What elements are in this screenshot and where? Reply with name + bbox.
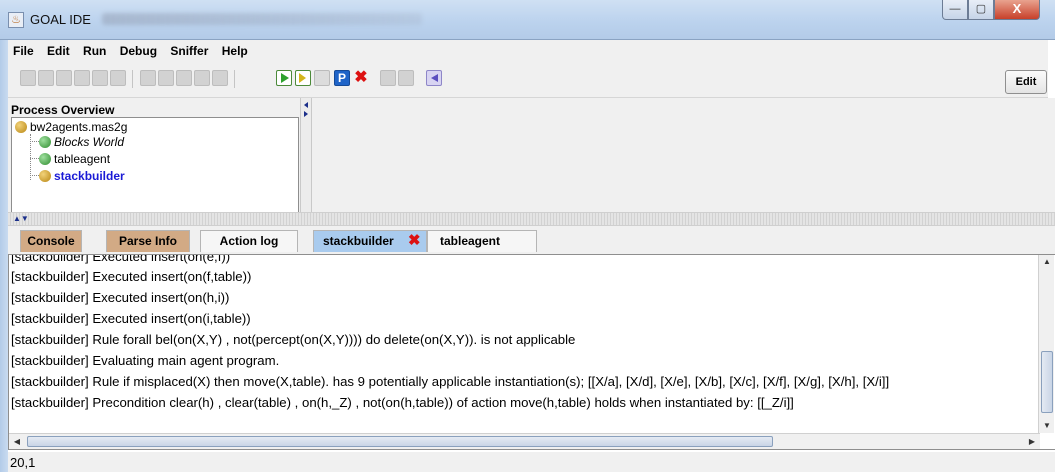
- open-file-icon[interactable]: [38, 70, 54, 86]
- redo-icon[interactable]: [158, 70, 174, 86]
- environment-icon: [39, 136, 51, 148]
- scroll-left-icon[interactable]: ◀: [10, 435, 24, 449]
- cut-icon[interactable]: [176, 70, 192, 86]
- step-icon[interactable]: [295, 70, 311, 86]
- window-title: GOAL IDE: [30, 12, 91, 27]
- minimize-button[interactable]: —: [942, 0, 968, 20]
- toolbar-separator: [234, 70, 235, 88]
- close-button[interactable]: X: [994, 0, 1040, 20]
- splitter-arrows-icon[interactable]: ▲▼: [13, 215, 29, 223]
- undo-icon[interactable]: [140, 70, 156, 86]
- new-file-icon[interactable]: [20, 70, 36, 86]
- process-tree: bw2agents.mas2g Blocks World tableagent …: [11, 117, 299, 213]
- properties-icon[interactable]: [110, 70, 126, 86]
- tab-console[interactable]: Console: [20, 230, 82, 252]
- tab-parse-info[interactable]: Parse Info: [106, 230, 190, 252]
- tree-item-tableagent[interactable]: tableagent: [54, 152, 110, 166]
- menu-edit[interactable]: Edit: [42, 40, 75, 58]
- log-line: [stackbuilder] Rule if misplaced(X) then…: [11, 374, 890, 389]
- introspector-icon[interactable]: [398, 70, 414, 86]
- mas-icon: [15, 121, 27, 133]
- save-all-icon[interactable]: [74, 70, 90, 86]
- save-icon[interactable]: [56, 70, 72, 86]
- menu-sniffer[interactable]: Sniffer: [165, 40, 213, 58]
- pause-icon[interactable]: P: [334, 70, 350, 86]
- close-file-icon[interactable]: [92, 70, 108, 86]
- copy-icon[interactable]: [194, 70, 210, 86]
- collapse-left-icon[interactable]: [304, 102, 308, 108]
- log-line: [stackbuilder] Precondition clear(h) , c…: [11, 395, 794, 410]
- java-app-icon: ♨: [8, 12, 24, 28]
- sniffer-icon[interactable]: [380, 70, 396, 86]
- horizontal-scroll-thumb[interactable]: [27, 436, 773, 447]
- title-bar: ♨ GOAL IDE — ▢ X: [0, 0, 1055, 40]
- scroll-down-icon[interactable]: ▼: [1041, 419, 1053, 433]
- tree-item-blocks-world[interactable]: Blocks World: [54, 135, 124, 149]
- log-line: [stackbuilder] Executed insert(on(i,tabl…: [11, 311, 251, 326]
- window-border: [0, 40, 8, 472]
- log-line: [stackbuilder] Executed insert(on(h,i)): [11, 290, 230, 305]
- expand-right-icon[interactable]: [304, 111, 308, 117]
- tab-action-log[interactable]: Action log: [200, 230, 298, 252]
- agent-icon: [39, 153, 51, 165]
- kill-icon[interactable]: ✖: [353, 70, 369, 86]
- tree-root[interactable]: bw2agents.mas2g: [30, 120, 127, 134]
- paste-icon[interactable]: [212, 70, 228, 86]
- menu-bar: File Edit Run Debug Sniffer Help: [8, 40, 1048, 62]
- toolbar: P ✖ Edit: [8, 62, 1048, 98]
- step-back-icon[interactable]: [314, 70, 330, 86]
- cursor-position: 20,1: [10, 455, 36, 470]
- maximize-button[interactable]: ▢: [968, 0, 994, 20]
- menu-run[interactable]: Run: [78, 40, 111, 58]
- run-icon[interactable]: [276, 70, 292, 86]
- horizontal-splitter[interactable]: ▲▼: [8, 212, 1055, 226]
- tab-stackbuilder[interactable]: stackbuilder ✖: [313, 230, 427, 252]
- log-line: [stackbuilder] Rule forall bel(on(X,Y) ,…: [11, 332, 576, 347]
- menu-file[interactable]: File: [8, 40, 39, 58]
- vertical-scroll-thumb[interactable]: [1041, 351, 1053, 413]
- log-line: [stackbuilder] Executed insert(on(e,f)): [11, 254, 231, 264]
- tab-close-icon[interactable]: ✖: [408, 231, 421, 251]
- scroll-up-icon[interactable]: ▲: [1041, 255, 1053, 269]
- tab-bar: Console Parse Info Action log stackbuild…: [8, 226, 1055, 254]
- log-line: [stackbuilder] Evaluating main agent pro…: [11, 353, 280, 368]
- log-line: [stackbuilder] Executed insert(on(f,tabl…: [11, 269, 252, 284]
- collapse-left-icon[interactable]: [426, 70, 442, 86]
- tree-connector: [30, 141, 39, 142]
- toolbar-separator: [132, 70, 133, 88]
- scroll-right-icon[interactable]: ▶: [1025, 435, 1039, 449]
- horizontal-scrollbar[interactable]: ◀ ▶: [9, 433, 1040, 449]
- vertical-splitter[interactable]: [300, 98, 312, 212]
- process-overview-title: Process Overview: [11, 103, 115, 117]
- edit-button[interactable]: Edit: [1005, 70, 1047, 94]
- tree-connector: [30, 158, 39, 159]
- agent-paused-icon: [39, 170, 51, 182]
- menu-debug[interactable]: Debug: [115, 40, 162, 58]
- vertical-scrollbar[interactable]: ▲ ▼: [1038, 255, 1054, 433]
- console-output[interactable]: [stackbuilder] Executed insert(on(e,f)) …: [8, 254, 1055, 450]
- tree-connector: [30, 175, 39, 176]
- status-bar: 20,1: [8, 452, 1055, 472]
- tree-item-stackbuilder[interactable]: stackbuilder: [54, 169, 125, 183]
- tab-stackbuilder-label: stackbuilder: [323, 234, 394, 248]
- blurred-title-path: [102, 13, 422, 25]
- menu-help[interactable]: Help: [217, 40, 253, 58]
- tab-tableagent[interactable]: tableagent: [427, 230, 537, 252]
